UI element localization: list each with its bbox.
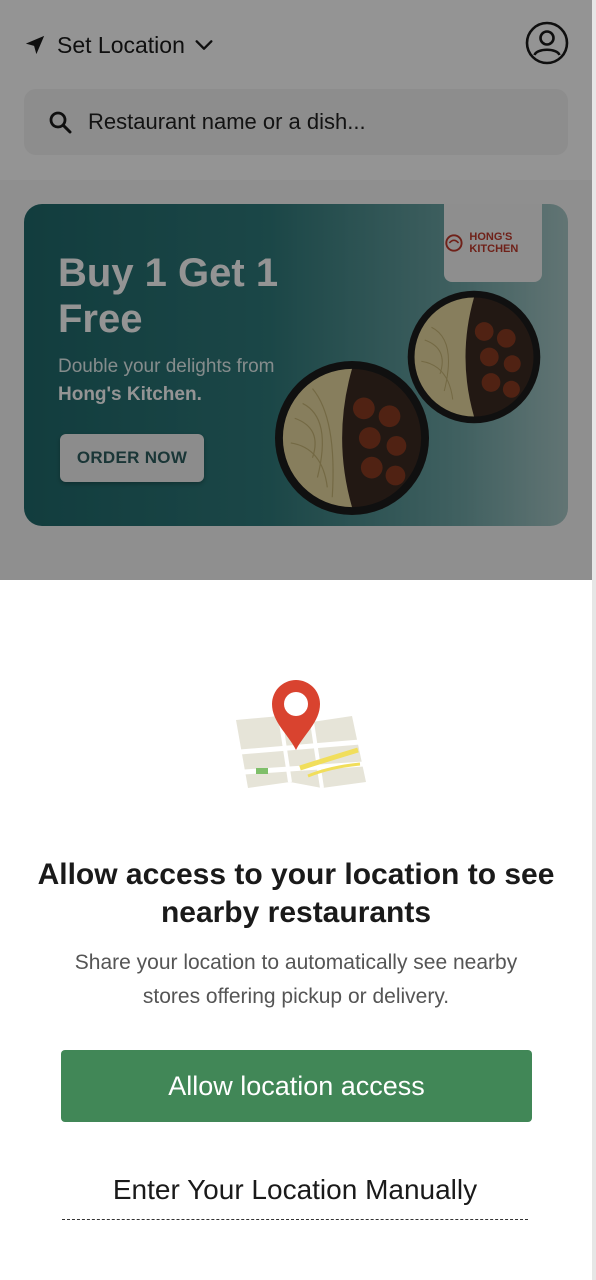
map-pin-icon (236, 680, 366, 789)
sheet-description: Share your location to automatically see… (74, 951, 518, 1008)
enter-location-manually-link[interactable]: Enter Your Location Manually (62, 1168, 528, 1220)
modal-backdrop[interactable] (0, 0, 592, 580)
allow-location-button[interactable]: Allow location access (61, 1050, 532, 1122)
app-root: Set Location Restaurant name or a dish..… (0, 0, 592, 1280)
location-permission-sheet: Allow access to your location to see nea… (0, 580, 592, 1280)
sheet-title: Allow access to your location to see nea… (37, 858, 555, 929)
scrollbar[interactable] (592, 0, 596, 1280)
